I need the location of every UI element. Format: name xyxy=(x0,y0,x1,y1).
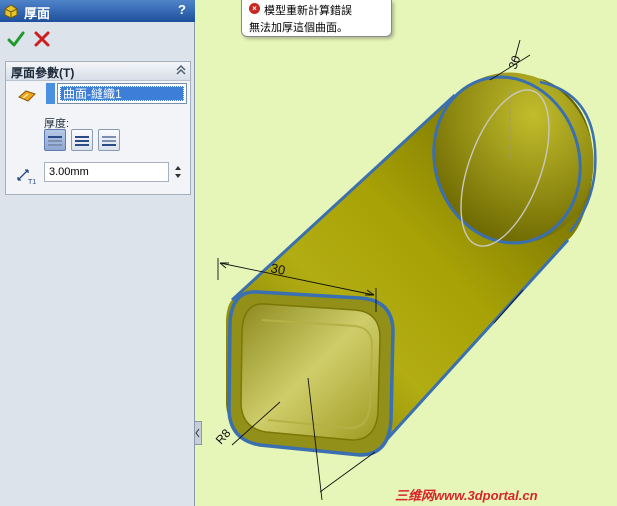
svg-text:T1: T1 xyxy=(28,179,36,185)
watermark: 三维网www.3dportal.cn xyxy=(395,488,538,503)
cancel-x-icon[interactable] xyxy=(33,30,51,48)
collapse-chevron-icon[interactable] xyxy=(175,64,187,76)
panel-title-bar: 厚面 ? xyxy=(0,0,195,22)
thicken-feature-icon xyxy=(4,4,18,19)
thicken-parameters-group: 厚面參數(T) 曲面-縫織1 厚度: T1 xyxy=(5,61,191,195)
selected-face-list[interactable]: 曲面-縫織1 xyxy=(57,83,187,104)
property-manager-panel: 厚面 ? 厚面參數(T) 曲面-縫織1 厚度: T1 3.00mm xyxy=(0,0,195,506)
radius-label: R8 xyxy=(213,426,234,447)
rebuild-error-tooltip: × 模型重新計算錯誤 無法加厚這個曲面。 xyxy=(241,0,392,37)
thicken-side2-button[interactable] xyxy=(98,129,120,151)
error-title: 模型重新計算錯誤 xyxy=(264,5,352,17)
near-opening-inner xyxy=(240,303,381,441)
thickness-t1-icon: T1 xyxy=(17,169,36,185)
panel-title: 厚面 xyxy=(24,6,51,21)
group-header[interactable]: 厚面參數(T) xyxy=(6,62,190,81)
dimension-top-value: 30 xyxy=(269,260,286,278)
error-icon: × xyxy=(249,3,260,14)
selection-focus-bar xyxy=(46,83,55,104)
help-button[interactable]: ? xyxy=(175,2,189,18)
selected-face-item[interactable]: 曲面-縫織1 xyxy=(60,86,184,101)
thickness-input[interactable] xyxy=(44,162,169,182)
thickness-spinner[interactable] xyxy=(172,162,184,182)
group-title: 厚面參數(T) xyxy=(11,66,75,80)
thicken-both-sides-button[interactable] xyxy=(71,129,93,151)
thicken-side1-button[interactable] xyxy=(44,129,66,151)
error-message: 無法加厚這個曲面。 xyxy=(249,22,348,34)
ok-check-icon[interactable] xyxy=(7,30,25,48)
graphics-viewport[interactable]: 30 30 R8 xyxy=(195,0,617,506)
surface-select-icon xyxy=(18,90,36,102)
